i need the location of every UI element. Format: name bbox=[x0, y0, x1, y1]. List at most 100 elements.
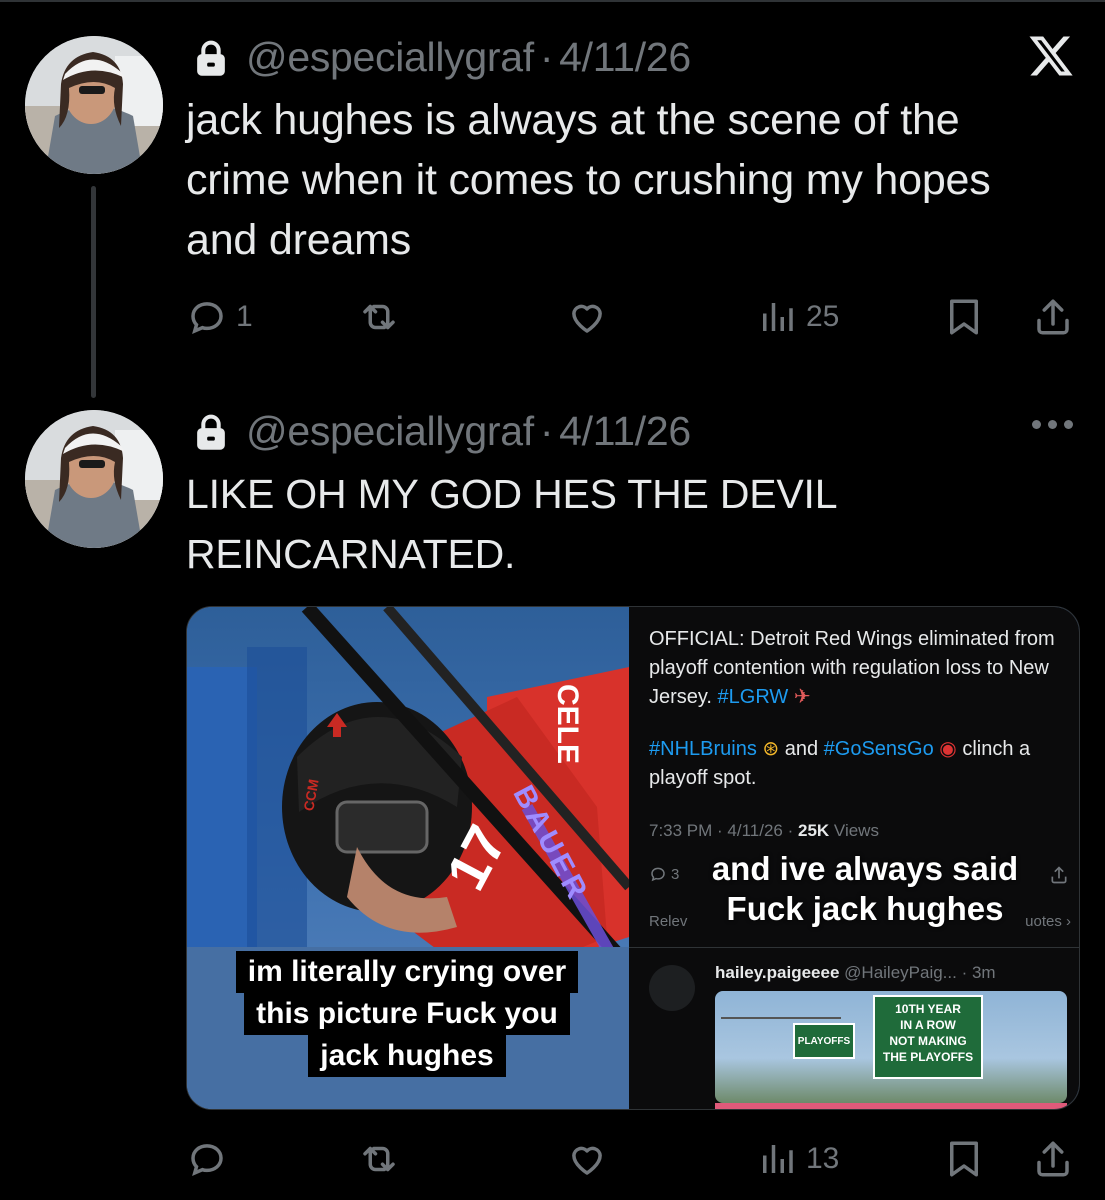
repost-button[interactable] bbox=[356, 296, 402, 338]
tweet-meta: @especiallygraf · 4/11/26 bbox=[192, 34, 691, 81]
sign-left: PLAYOFFS bbox=[793, 1023, 855, 1059]
media-card[interactable]: 17 CELE BAUER CCM im literally crying ov… bbox=[186, 606, 1080, 1110]
reply-count-row: 3 bbox=[649, 865, 679, 883]
action-bar: 1 25 bbox=[186, 296, 1086, 346]
repost-icon bbox=[363, 304, 395, 330]
tweet-date[interactable]: 4/11/26 bbox=[559, 408, 691, 455]
senators-logo-icon: ◉ bbox=[939, 738, 957, 760]
views-icon bbox=[763, 303, 793, 331]
tweet-text-line: jack hughes is always at the scene of th… bbox=[186, 96, 960, 144]
tweet-text-line: and dreams bbox=[186, 216, 412, 264]
quotes-label: uotes › bbox=[1025, 913, 1071, 930]
avatar[interactable] bbox=[25, 36, 163, 174]
reply-icon bbox=[651, 867, 665, 882]
like-button[interactable] bbox=[564, 1138, 610, 1180]
reply-name: hailey.paigeeee bbox=[715, 963, 840, 982]
top-divider bbox=[0, 0, 1105, 2]
x-logo-icon[interactable] bbox=[1027, 32, 1075, 80]
tweet-text-line: REINCARNATED. bbox=[186, 531, 516, 577]
share-icon bbox=[1051, 866, 1067, 884]
timestamp-text: 7:33 PM · 4/11/26 · bbox=[649, 821, 794, 840]
reply-count: 3 bbox=[671, 865, 680, 883]
sign-line: THE PLAYOFFS bbox=[882, 1050, 974, 1064]
avatar[interactable] bbox=[25, 410, 163, 548]
wing-emoji-icon: ✈ bbox=[793, 686, 811, 708]
pink-bar bbox=[715, 1103, 1067, 1109]
photo-caption: im literally crying over this picture Fu… bbox=[217, 951, 597, 1077]
relevant-label: Relev bbox=[649, 913, 688, 930]
reply-header: hailey.paigeeee @HaileyPaig... · 3m bbox=[715, 963, 996, 983]
like-icon bbox=[572, 1146, 602, 1175]
repost-button[interactable] bbox=[356, 1138, 402, 1180]
tweet-text-line: crime when it comes to crushing my hopes bbox=[186, 156, 991, 204]
embedded-screenshot: OFFICIAL: Detroit Red Wings eliminated f… bbox=[629, 607, 1079, 1109]
sign-line: 10TH YEAR bbox=[895, 1002, 961, 1016]
sign-right: 10TH YEAR IN A ROW NOT MAKING THE PLAYOF… bbox=[873, 995, 983, 1079]
thread-connector bbox=[91, 186, 96, 398]
share-button[interactable] bbox=[1030, 296, 1076, 338]
bookmark-icon bbox=[950, 299, 978, 335]
reply-icon bbox=[191, 1144, 223, 1177]
views-button[interactable]: 25 bbox=[756, 296, 839, 338]
jersey-name: CELE bbox=[551, 683, 585, 765]
tweet-meta: @especiallygraf · 4/11/26 bbox=[192, 408, 691, 455]
caption-line: im literally crying over bbox=[235, 951, 579, 993]
like-icon bbox=[572, 304, 602, 333]
clinch-and: and bbox=[784, 738, 819, 760]
tweet-date[interactable]: 4/11/26 bbox=[559, 34, 691, 81]
avatar bbox=[649, 965, 695, 1011]
clinch-text-1: clinch a bbox=[962, 738, 1031, 760]
like-button[interactable] bbox=[564, 296, 610, 338]
views-icon bbox=[763, 1145, 793, 1173]
more-icon[interactable] bbox=[1032, 420, 1073, 429]
views-count: 25K bbox=[798, 821, 830, 840]
bookmark-icon bbox=[950, 1141, 978, 1177]
hashtag: #GoSensGo bbox=[823, 738, 934, 760]
share-icon bbox=[1037, 299, 1069, 335]
tweet-text: LIKE OH MY GOD HES THE DEVIL REINCARNATE… bbox=[186, 464, 1086, 584]
bookmark-button[interactable] bbox=[943, 1138, 985, 1180]
reply-handle: @HaileyPaig... bbox=[844, 963, 957, 982]
overlay-line: and ive always said bbox=[711, 850, 1019, 887]
tweet-handle[interactable]: @especiallygraf bbox=[246, 408, 534, 455]
action-bar: 13 bbox=[186, 1138, 1086, 1188]
tweet-handle[interactable]: @especiallygraf bbox=[246, 34, 534, 81]
post-timestamp: 7:33 PM · 4/11/26 · 25K Views bbox=[649, 821, 879, 841]
hashtag: #NHLBruins bbox=[649, 738, 757, 760]
views-button[interactable]: 13 bbox=[756, 1138, 839, 1180]
tweet-text-line: LIKE OH MY GOD HES THE DEVIL bbox=[186, 471, 838, 517]
overlay-line: Fuck jack hughes bbox=[726, 890, 1004, 927]
hockey-photo: 17 CELE BAUER CCM im literally crying ov… bbox=[187, 607, 629, 1109]
sign-line: NOT MAKING bbox=[889, 1034, 967, 1048]
meta-separator: · bbox=[539, 408, 554, 454]
highway-sign-image: PLAYOFFS 10TH YEAR IN A ROW NOT MAKING T… bbox=[715, 991, 1067, 1103]
tweet-text: jack hughes is always at the scene of th… bbox=[186, 90, 1086, 270]
reply-button[interactable] bbox=[186, 1138, 228, 1180]
avatar-photo bbox=[25, 410, 163, 548]
views-label: Views bbox=[833, 821, 879, 840]
lock-icon bbox=[197, 414, 225, 450]
bookmark-button[interactable] bbox=[943, 296, 985, 338]
reply-time: · 3m bbox=[961, 963, 996, 982]
meta-separator: · bbox=[539, 34, 554, 80]
official-post-text: OFFICIAL: Detroit Red Wings eliminated f… bbox=[649, 625, 1074, 712]
views-count: 25 bbox=[806, 300, 840, 333]
clinch-text-2: playoff spot. bbox=[649, 767, 757, 789]
reply-button[interactable]: 1 bbox=[186, 296, 253, 338]
divider bbox=[629, 947, 1079, 948]
views-count: 13 bbox=[806, 1142, 840, 1175]
hashtag: #LGRW bbox=[717, 686, 789, 708]
caption-line: jack hughes bbox=[308, 1035, 506, 1077]
share-icon bbox=[1037, 1141, 1069, 1177]
clinch-text: #NHLBruins ⊛ and #GoSensGo ◉ clinch a pl… bbox=[649, 735, 1074, 793]
lock-icon bbox=[197, 40, 225, 76]
share-button[interactable] bbox=[1030, 1138, 1076, 1180]
reply-count: 1 bbox=[236, 300, 253, 333]
avatar-photo bbox=[25, 36, 163, 174]
repost-icon bbox=[363, 1146, 395, 1172]
overlay-caption: and ive always said Fuck jack hughes bbox=[705, 849, 1025, 929]
official-text: OFFICIAL: Detroit Red Wings eliminated f… bbox=[649, 628, 1055, 708]
reply-icon bbox=[191, 302, 223, 335]
caption-line: this picture Fuck you bbox=[244, 993, 570, 1035]
sign-line: IN A ROW bbox=[900, 1018, 956, 1032]
